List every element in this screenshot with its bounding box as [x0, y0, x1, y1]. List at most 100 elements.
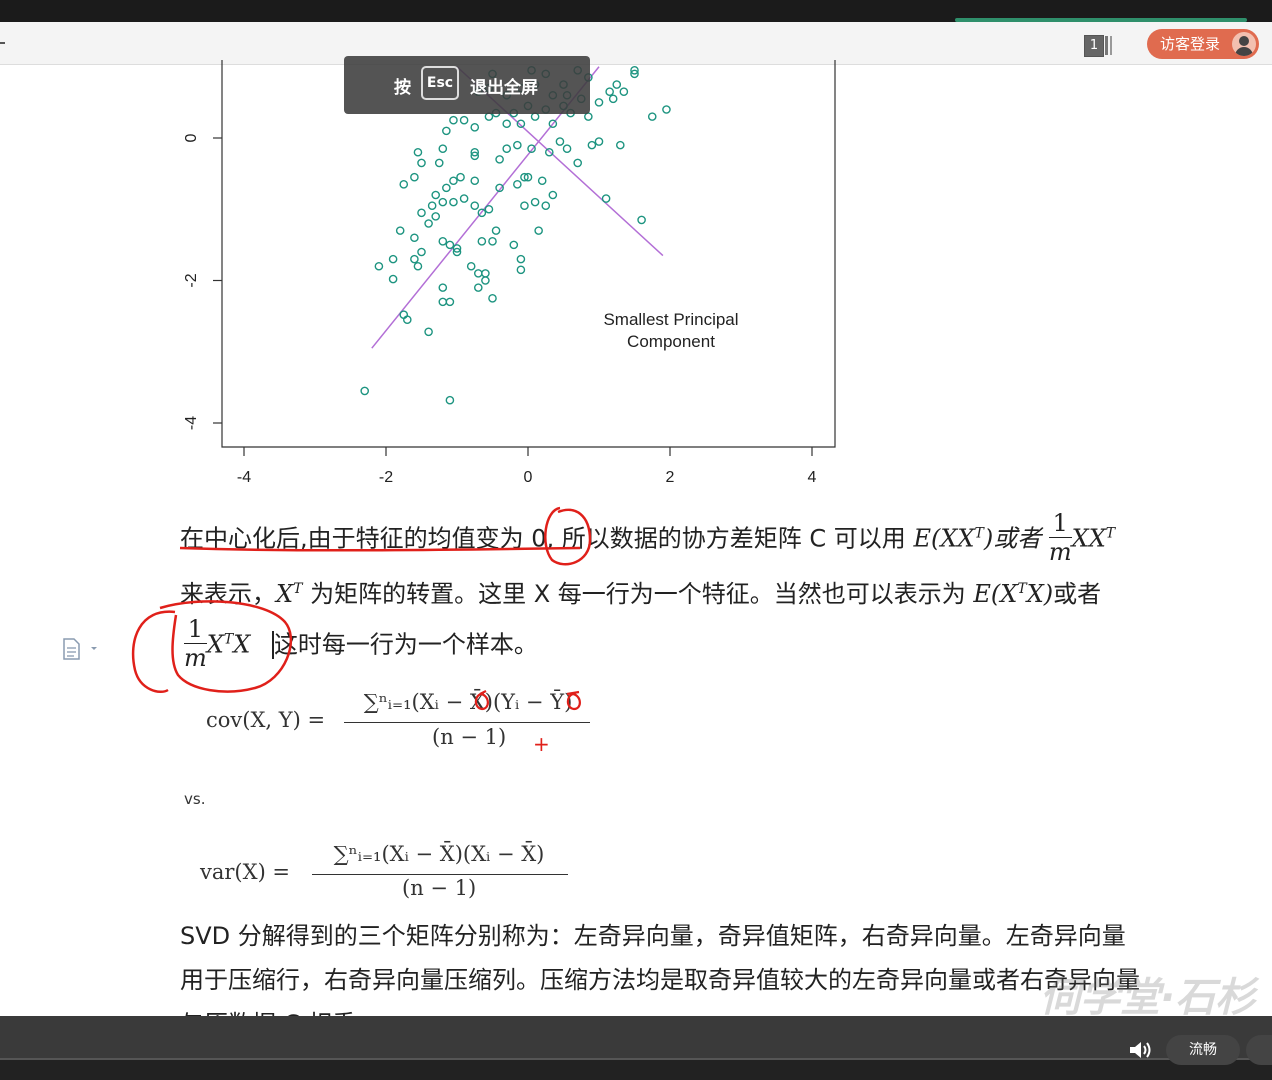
player-strip: [0, 1016, 1272, 1058]
visitor-login-label: 访客登录: [1160, 35, 1221, 53]
scatter-point: [562, 144, 572, 153]
scatter-point: [427, 201, 437, 210]
scatter-point: [410, 172, 419, 182]
player-extra-button[interactable]: [1246, 1035, 1272, 1065]
chart-annotation-line1: Smallest Principal: [603, 310, 738, 329]
scatter-point: [466, 261, 476, 271]
scatter-point: [438, 283, 448, 292]
esc-key-badge[interactable]: Esc: [421, 66, 459, 100]
var-denominator: (n − 1): [402, 876, 477, 900]
scatter-point: [470, 176, 480, 186]
fraction-denominator: m: [184, 644, 207, 672]
var-lhs: var(X) =: [200, 860, 291, 884]
text-segment: 这时每一行为一个样本。: [273, 630, 538, 659]
page-count-indicator[interactable]: 1: [1084, 35, 1114, 57]
scatter-point: [413, 147, 423, 157]
scatter-point: [481, 276, 490, 285]
var-numerator: ∑ⁿᵢ₌₁(Xᵢ − X̄)(Xᵢ − X̄): [333, 842, 545, 866]
scatter-point: [417, 158, 426, 168]
scatter-point: [445, 395, 455, 405]
scatter-point: [395, 226, 405, 235]
fraction-denominator: m: [1048, 538, 1072, 566]
fraction: 1m: [1048, 509, 1072, 566]
var-fraction-bar: [312, 874, 568, 875]
plus-mark: +: [533, 732, 550, 756]
scatter-point: [594, 137, 604, 146]
cov-lhs: cov(X, Y) =: [206, 708, 326, 732]
vs-label: vs.: [184, 790, 206, 808]
scatter-point: [470, 201, 480, 210]
y-tick-label: 0: [183, 133, 200, 142]
scatter-point: [417, 247, 426, 257]
plot-frame: [221, 60, 836, 448]
scatter-point: [662, 105, 671, 114]
scatter-point: [513, 140, 522, 150]
scatter-point: [520, 201, 529, 210]
scatter-point: [495, 155, 504, 164]
scatter-point: [594, 98, 604, 107]
scatter-point: [530, 112, 540, 121]
cov-numerator: ∑ⁿᵢ₌₁(Xᵢ − X̄)(Yᵢ − Ȳ): [363, 690, 573, 714]
scatter-point: [434, 158, 444, 168]
scatter-point: [473, 283, 483, 292]
scatter-point: [601, 194, 611, 203]
scatter-point: [438, 144, 448, 153]
svd-line-1: SVD 分解得到的三个矩阵分别称为：左奇异向量，奇异值矩阵，右奇异向量。左奇异向…: [180, 922, 1126, 950]
scatter-point: [477, 237, 487, 246]
scatter-point: [555, 137, 565, 146]
math-segment: XX: [1071, 524, 1106, 553]
math-segment: X: [276, 580, 294, 608]
scatter-point: [438, 197, 448, 207]
scatter-point: [413, 261, 423, 271]
cov-fraction-bar: [344, 722, 590, 723]
scatter-point: [473, 269, 483, 278]
scatter-point: [449, 197, 458, 207]
scatter-point: [399, 180, 409, 189]
player-progress-track[interactable]: [0, 1058, 1272, 1060]
math-segment: E(X: [973, 580, 1018, 608]
scatter-point: [605, 87, 614, 96]
scatter-point: [438, 237, 448, 246]
scatter-point: [410, 233, 419, 243]
scatter-point: [615, 140, 625, 150]
scatter-point: [399, 310, 409, 319]
scatter-chart: -4 -2 0 2 4 0 -2 -4 Smallest Principal Componen…: [183, 60, 836, 486]
text-segment: 来表示，: [180, 580, 276, 608]
x-tick-label: -2: [379, 469, 393, 486]
scatter-point: [484, 204, 494, 214]
scatter-point: [484, 112, 494, 121]
scatter-point: [374, 261, 384, 271]
scatter-point: [442, 126, 451, 136]
scatter-point: [502, 144, 512, 153]
page-stack-icon-back: [1110, 36, 1112, 55]
visitor-login-button[interactable]: 访客登录: [1147, 29, 1259, 59]
scatter-point: [516, 265, 526, 275]
scatter-point: [608, 94, 618, 104]
paragraph-line-3: 1 m XTX 这时每一行为一个样本。: [184, 616, 538, 673]
text-segment: 或者: [1053, 580, 1102, 608]
text-segment: 为矩阵的转置。这里 X 每一行为一个特征。当然也可以表示为: [302, 580, 974, 608]
scatter-point: [647, 112, 657, 121]
scatter-point: [537, 176, 547, 186]
avatar-icon: [1232, 32, 1256, 56]
scatter-point: [516, 254, 526, 264]
scatter-point: [488, 237, 497, 246]
scatter-point: [388, 254, 398, 264]
scatter-point: [424, 327, 433, 337]
paragraph-line-1: 在中心化后,由于特征的均值变为 0, 所以数据的协方差矩阵 C 可以用 E(XX…: [180, 509, 1115, 567]
math-segment: X: [206, 630, 224, 659]
scatter-point: [541, 201, 551, 210]
scatter-point: [548, 190, 558, 200]
menu-dash-icon[interactable]: [0, 42, 5, 44]
scatter-point: [637, 215, 646, 225]
quality-button[interactable]: 流畅: [1166, 1035, 1240, 1065]
document-icon[interactable]: [62, 638, 97, 660]
scatter-point: [587, 140, 597, 150]
scatter-point: [424, 219, 433, 228]
volume-icon[interactable]: [1128, 1040, 1152, 1060]
math-segment: E(XX: [913, 524, 975, 553]
fraction-numerator: 1: [1052, 509, 1068, 537]
scatter-point: [445, 240, 455, 250]
scatter-point: [431, 212, 441, 221]
scatter-point: [456, 172, 465, 182]
